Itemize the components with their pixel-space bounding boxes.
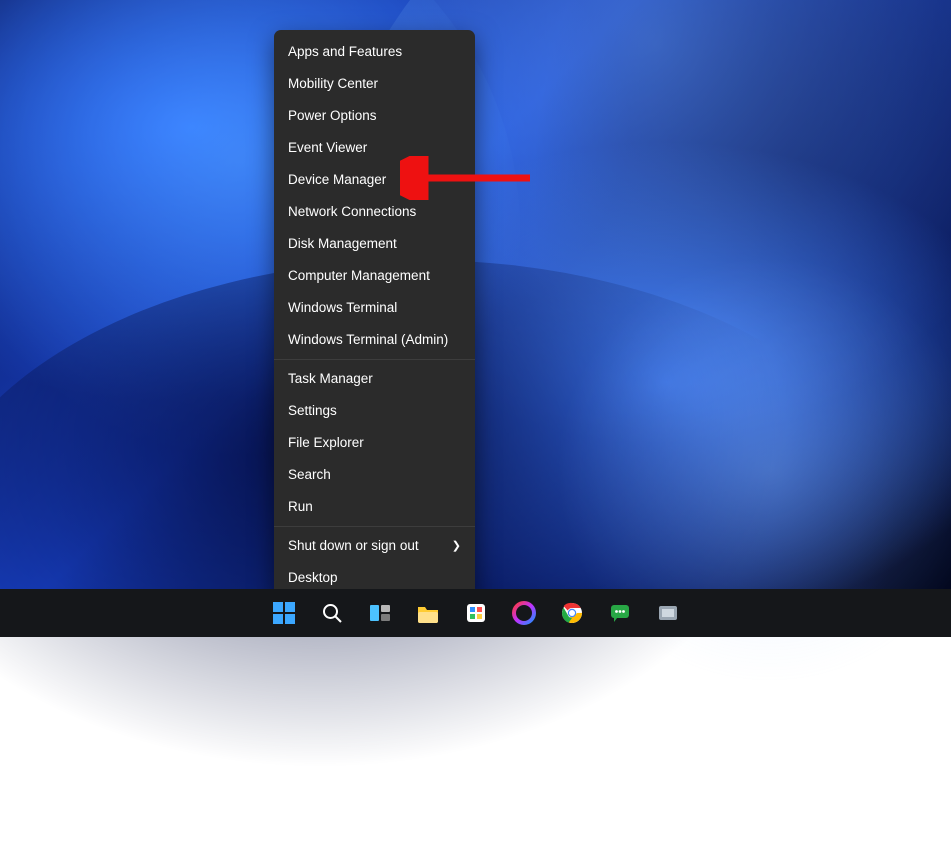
menu-item-label: Task Manager <box>288 363 373 395</box>
desktop-wallpaper[interactable] <box>0 0 951 637</box>
menu-item-label: Search <box>288 459 331 491</box>
task-view-icon <box>368 601 392 625</box>
menu-item-label: Power Options <box>288 100 377 132</box>
chat-icon <box>608 601 632 625</box>
menu-item-label: Network Connections <box>288 196 416 228</box>
menu-item-apps-features[interactable]: Apps and Features <box>274 36 475 68</box>
menu-item-windows-terminal-admin[interactable]: Windows Terminal (Admin) <box>274 324 475 356</box>
menu-item-label: Run <box>288 491 313 523</box>
mail-icon <box>464 601 488 625</box>
search-icon <box>320 601 344 625</box>
menu-item-event-viewer[interactable]: Event Viewer <box>274 132 475 164</box>
taskbar-search-button[interactable] <box>312 593 352 633</box>
taskbar-mail-button[interactable] <box>456 593 496 633</box>
menu-item-label: Disk Management <box>288 228 397 260</box>
menu-item-disk-management[interactable]: Disk Management <box>274 228 475 260</box>
taskbar-file-explorer-button[interactable] <box>408 593 448 633</box>
menu-item-label: Shut down or sign out <box>288 530 419 562</box>
winx-context-menu: Apps and FeaturesMobility CenterPower Op… <box>274 30 475 600</box>
menu-item-label: Windows Terminal (Admin) <box>288 324 448 356</box>
menu-item-shut-down[interactable]: Shut down or sign out ❯ <box>274 530 475 562</box>
file-explorer-icon <box>416 601 440 625</box>
menu-separator <box>274 359 475 360</box>
menu-item-windows-terminal[interactable]: Windows Terminal <box>274 292 475 324</box>
menu-item-run[interactable]: Run <box>274 491 475 523</box>
taskbar-chat-button[interactable] <box>600 593 640 633</box>
generic-app-icon <box>656 601 680 625</box>
menu-item-label: Windows Terminal <box>288 292 397 324</box>
opera-icon <box>512 601 536 625</box>
menu-item-task-manager[interactable]: Task Manager <box>274 363 475 395</box>
menu-item-label: Apps and Features <box>288 36 402 68</box>
menu-item-label: Settings <box>288 395 337 427</box>
menu-item-label: Mobility Center <box>288 68 378 100</box>
taskbar-start-button[interactable] <box>264 593 304 633</box>
windows-start-icon <box>272 601 296 625</box>
menu-item-search[interactable]: Search <box>274 459 475 491</box>
chevron-right-icon: ❯ <box>452 530 461 562</box>
menu-item-label: Device Manager <box>288 164 386 196</box>
menu-item-file-explorer[interactable]: File Explorer <box>274 427 475 459</box>
menu-item-label: File Explorer <box>288 427 364 459</box>
menu-item-label: Computer Management <box>288 260 430 292</box>
taskbar-chrome-button[interactable] <box>552 593 592 633</box>
menu-item-device-manager[interactable]: Device Manager <box>274 164 475 196</box>
menu-item-label: Event Viewer <box>288 132 367 164</box>
menu-item-power-options[interactable]: Power Options <box>274 100 475 132</box>
chrome-icon <box>560 601 584 625</box>
menu-item-mobility-center[interactable]: Mobility Center <box>274 68 475 100</box>
taskbar-opera-button[interactable] <box>504 593 544 633</box>
menu-item-computer-management[interactable]: Computer Management <box>274 260 475 292</box>
taskbar-app-button[interactable] <box>648 593 688 633</box>
taskbar-task-view-button[interactable] <box>360 593 400 633</box>
menu-separator <box>274 526 475 527</box>
taskbar <box>0 589 951 637</box>
menu-item-network-connections[interactable]: Network Connections <box>274 196 475 228</box>
menu-item-settings[interactable]: Settings <box>274 395 475 427</box>
